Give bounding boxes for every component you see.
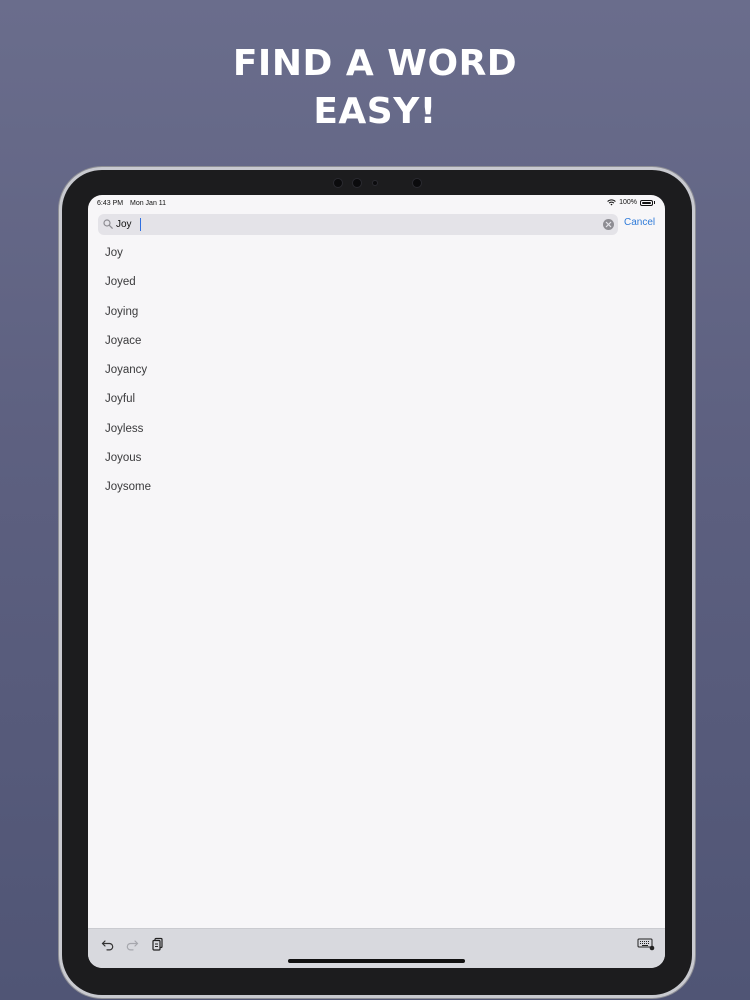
- keyboard-icon[interactable]: [637, 937, 655, 951]
- headline-line-2: EASY!: [313, 91, 437, 132]
- clear-icon[interactable]: [603, 219, 614, 230]
- camera-dot-icon: [352, 178, 362, 188]
- battery-tip: [654, 201, 655, 204]
- search-bar: Cancel: [98, 214, 658, 236]
- status-date: Mon Jan 11: [130, 200, 167, 207]
- volume-up-button: [692, 230, 695, 254]
- camera-bar: [330, 176, 430, 188]
- headline-line-1: FIND A WORD: [232, 43, 518, 84]
- redo-icon[interactable]: [125, 937, 139, 951]
- promo-headline: FIND A WORD EASY!: [0, 40, 750, 136]
- result-item[interactable]: Joyous: [88, 444, 665, 473]
- home-indicator: [288, 959, 465, 963]
- result-item[interactable]: Joyancy: [88, 356, 665, 385]
- paste-icon[interactable]: [151, 937, 165, 951]
- result-item[interactable]: Joying: [88, 298, 665, 327]
- status-right: 100%: [607, 199, 655, 206]
- camera-dot-icon: [333, 178, 343, 188]
- text-cursor: [140, 218, 141, 231]
- result-item[interactable]: Joyace: [88, 327, 665, 356]
- search-field[interactable]: [98, 214, 618, 235]
- status-time: 6:43 PM: [97, 200, 124, 207]
- sensor-dot-icon: [372, 180, 378, 186]
- app-screen: 6:43 PM Mon Jan 11 100% Joy Cancel Joy J…: [88, 195, 665, 968]
- result-item[interactable]: Joyless: [88, 415, 665, 444]
- battery-percent: 100%: [619, 199, 637, 206]
- camera-dot-icon: [412, 178, 422, 188]
- results-list: Joy Joyed Joying Joyace Joyancy Joyful J…: [88, 239, 665, 503]
- cancel-button[interactable]: Cancel: [624, 217, 655, 228]
- result-item[interactable]: Joysome: [88, 473, 665, 502]
- result-item[interactable]: Joyed: [88, 268, 665, 297]
- result-item[interactable]: Joy: [88, 239, 665, 268]
- search-icon: [103, 219, 113, 229]
- result-item[interactable]: Joyful: [88, 385, 665, 414]
- battery-icon: [640, 199, 653, 206]
- search-input[interactable]: [116, 214, 596, 235]
- undo-icon[interactable]: [101, 937, 115, 951]
- volume-down-button: [692, 262, 695, 286]
- wifi-icon: [607, 199, 616, 206]
- status-bar: 6:43 PM Mon Jan 11 100%: [88, 195, 665, 212]
